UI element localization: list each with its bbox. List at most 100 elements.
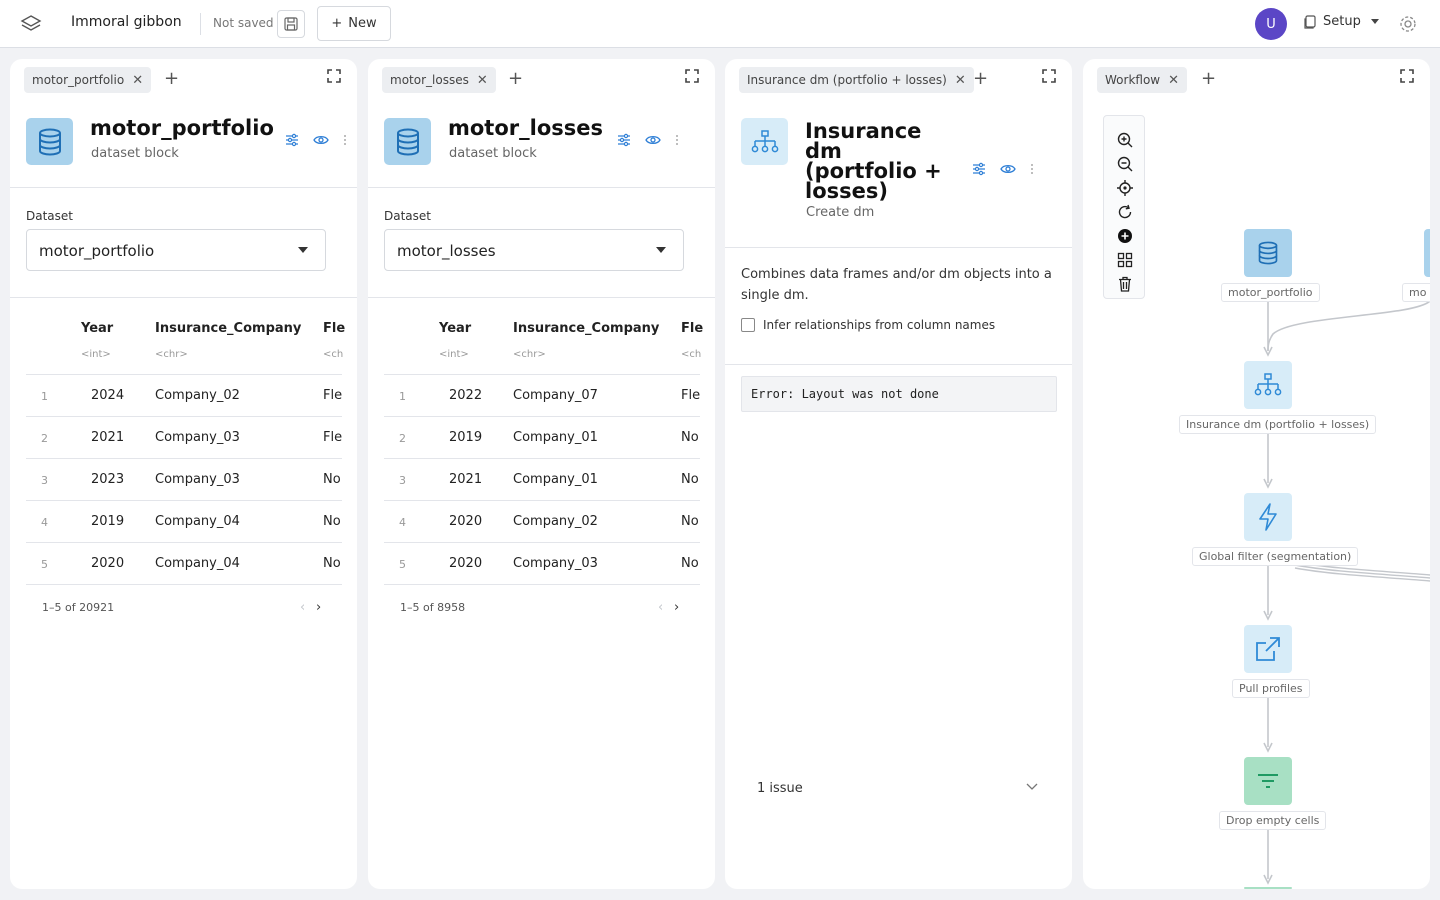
error-output: Error: Layout was not done: [741, 376, 1057, 412]
gear-icon[interactable]: [1398, 14, 1418, 34]
save-status: Not saved: [213, 16, 274, 30]
setup-menu[interactable]: Setup: [1303, 14, 1379, 29]
more-vertical-icon[interactable]: [343, 134, 347, 146]
dataset-select[interactable]: motor_losses: [384, 229, 684, 271]
node-label[interactable]: mo: [1402, 283, 1430, 302]
add-tab-button[interactable]: +: [973, 68, 988, 89]
table-cell: 2019: [449, 430, 483, 445]
pagination-text: 1–5 of 20921: [42, 601, 115, 614]
tab-motor-portfolio[interactable]: motor_portfolio ✕: [24, 67, 152, 93]
chevron-left-icon[interactable]: ‹: [300, 600, 305, 615]
add-tab-button[interactable]: +: [508, 68, 523, 89]
chevron-left-icon[interactable]: ‹: [658, 600, 663, 615]
table-cell: 2024: [91, 388, 125, 403]
node-label[interactable]: Pull profiles: [1232, 679, 1310, 698]
chevron-right-icon[interactable]: ›: [316, 600, 321, 615]
expand-icon[interactable]: [685, 69, 699, 83]
divider: [10, 187, 357, 188]
tab-label: motor_portfolio: [32, 73, 125, 87]
table-cell: 2019: [91, 514, 125, 529]
close-icon[interactable]: ✕: [955, 73, 966, 88]
table-cell: 2020: [449, 556, 483, 571]
layers-icon[interactable]: [20, 13, 42, 35]
more-vertical-icon[interactable]: [1030, 163, 1034, 175]
tab-label: Insurance dm (portfolio + losses): [747, 73, 947, 87]
caret-down-icon: [298, 247, 308, 253]
node-label[interactable]: Global filter (segmentation): [1192, 547, 1359, 566]
database-icon[interactable]: [1424, 229, 1430, 277]
eye-icon[interactable]: [645, 134, 661, 146]
column-type: <ch: [323, 349, 344, 360]
table-cell: Company_02: [513, 514, 598, 529]
table-row: 4 2020 Company_02 No: [384, 501, 700, 543]
column-header[interactable]: Fle: [681, 321, 703, 336]
close-icon[interactable]: ✕: [132, 73, 143, 88]
column-header[interactable]: Year: [81, 321, 113, 336]
table-row: 1 2022 Company_07 Fle: [384, 375, 700, 417]
expand-icon[interactable]: [327, 69, 341, 83]
new-button[interactable]: + New: [317, 6, 391, 41]
add-tab-button[interactable]: +: [164, 68, 179, 89]
hierarchy-icon: [741, 118, 788, 165]
table-row: 2 2019 Company_01 No: [384, 417, 700, 459]
table-cell: 2023: [91, 472, 125, 487]
dataset-select-value: motor_losses: [397, 242, 496, 260]
expand-icon[interactable]: [1042, 69, 1056, 83]
node-label[interactable]: Drop empty cells: [1219, 811, 1327, 830]
close-icon[interactable]: ✕: [477, 73, 488, 88]
top-bar: Immoral gibbon Not saved + New U Setup: [0, 0, 1440, 48]
table-cell: No: [681, 556, 699, 571]
avatar[interactable]: U: [1255, 8, 1287, 40]
block-actions: [285, 133, 347, 147]
tab-insurance-dm[interactable]: Insurance dm (portfolio + losses) ✕: [739, 67, 974, 93]
table-cell: 2021: [449, 472, 483, 487]
database-icon[interactable]: [1244, 229, 1292, 277]
divider: [200, 13, 201, 35]
settings-sliders-icon[interactable]: [617, 133, 631, 147]
node-label[interactable]: Insurance dm (portfolio + losses): [1179, 415, 1377, 434]
table-header: Year <int> Insurance_Company <chr> Fle <…: [384, 309, 703, 375]
table-cell: Company_04: [155, 514, 240, 529]
filter-icon[interactable]: [1244, 757, 1292, 805]
lightning-icon[interactable]: [1244, 493, 1292, 541]
block-description: Combines data frames and/or dm objects i…: [741, 267, 1052, 303]
chevron-down-icon[interactable]: [1026, 783, 1038, 791]
row-index: 5: [399, 558, 406, 571]
chevron-right-icon[interactable]: ›: [674, 600, 679, 615]
divider: [368, 297, 715, 298]
divider: [10, 297, 357, 298]
settings-sliders-icon[interactable]: [972, 162, 986, 176]
dataset-select[interactable]: motor_portfolio: [26, 229, 326, 271]
table-cell: Company_03: [155, 430, 240, 445]
checkbox-box[interactable]: [741, 318, 755, 332]
more-vertical-icon[interactable]: [675, 134, 679, 146]
column-header[interactable]: Fle: [323, 321, 345, 336]
dm-panel: Insurance dm (portfolio + losses) ✕ + In…: [725, 59, 1072, 889]
block-title: Insurance dm (portfolio + losses): [805, 119, 942, 203]
hierarchy-icon[interactable]: [1244, 361, 1292, 409]
table-cell: Company_03: [155, 472, 240, 487]
column-header[interactable]: Insurance_Company: [155, 321, 301, 336]
external-link-icon[interactable]: [1244, 625, 1292, 673]
infer-relationships-checkbox[interactable]: Infer relationships from column names: [741, 318, 995, 332]
row-index: 4: [41, 516, 48, 529]
eye-icon[interactable]: [1000, 163, 1016, 175]
block-subtitle: dataset block: [449, 146, 537, 161]
table-cell: 2020: [91, 556, 125, 571]
column-header[interactable]: Year: [439, 321, 471, 336]
eye-icon[interactable]: [313, 134, 329, 146]
divider: [725, 364, 1072, 365]
table-row: 4 2019 Company_04 No: [26, 501, 342, 543]
block-title: motor_losses: [448, 116, 603, 140]
project-name[interactable]: Immoral gibbon: [71, 14, 182, 30]
issues-toggle[interactable]: 1 issue: [757, 781, 803, 796]
node-label[interactable]: motor_portfolio: [1221, 283, 1320, 302]
settings-sliders-icon[interactable]: [285, 133, 299, 147]
table-row: 5 2020 Company_04 No: [26, 543, 342, 585]
table-cell: 2022: [449, 388, 483, 403]
column-type: <ch: [681, 349, 702, 360]
tab-motor-losses[interactable]: motor_losses ✕: [382, 67, 496, 93]
save-button[interactable]: [277, 10, 305, 38]
table-cell: Company_02: [155, 388, 240, 403]
column-header[interactable]: Insurance_Company: [513, 321, 659, 336]
